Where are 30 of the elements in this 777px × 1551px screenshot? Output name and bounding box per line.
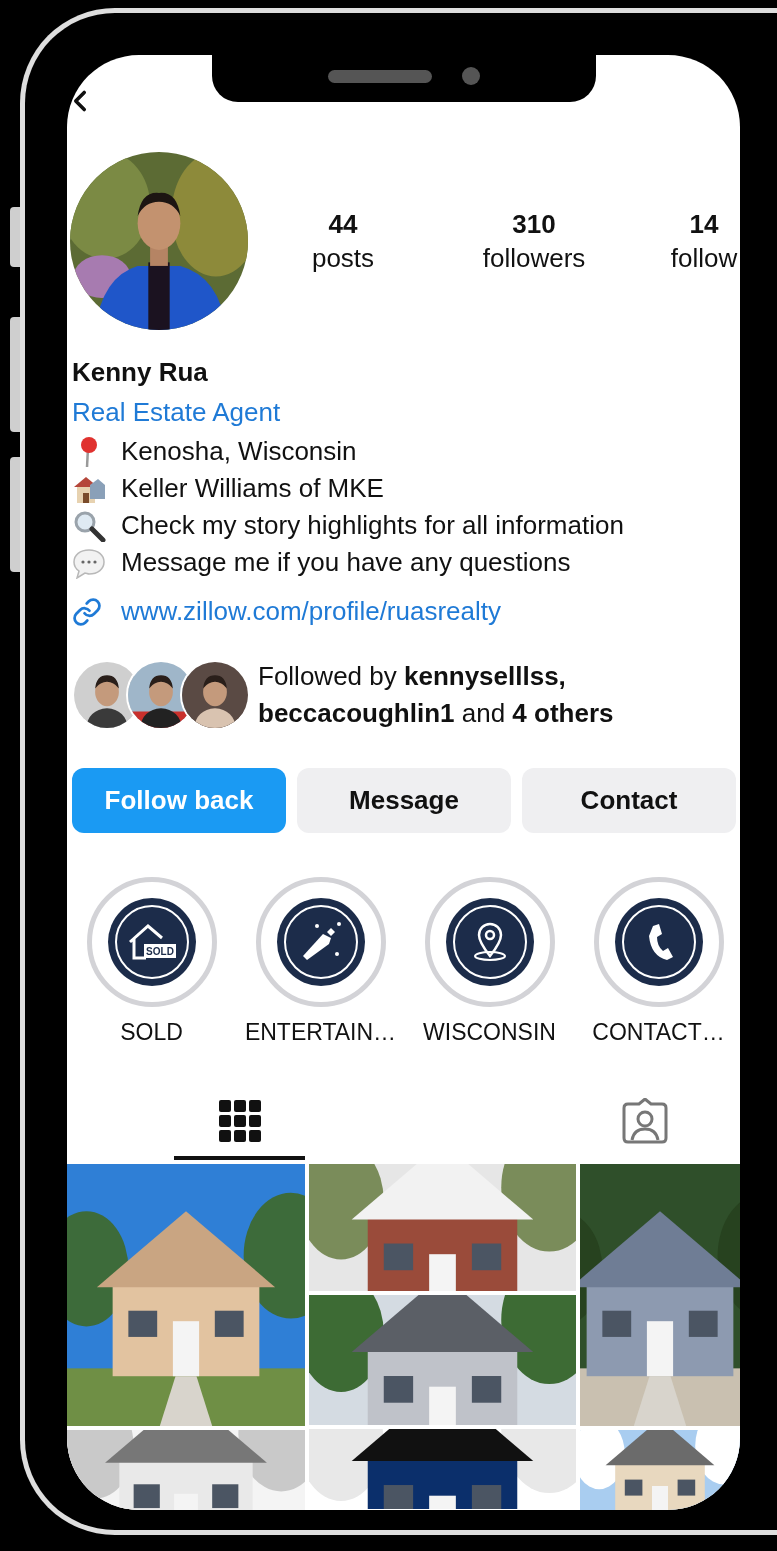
stat-label: followers: [482, 242, 586, 275]
bio-line: Keller Williams of MKE: [121, 472, 384, 505]
stat-label: follow: [670, 242, 738, 275]
camera-dot: [462, 67, 480, 85]
champagne-icon: [276, 898, 365, 986]
stat-label: posts: [311, 242, 375, 275]
search-icon: [72, 509, 106, 542]
bio-line: Message me if you have any questions: [121, 546, 571, 579]
followed-by-text: Followed by kennyselllss, beccacoughlin1 and 4 others: [258, 660, 614, 730]
action-button[interactable]: Contact: [522, 768, 736, 833]
profile-category: Real Estate Agent: [72, 396, 282, 429]
profile-name: Kenny Rua: [72, 356, 209, 389]
highlight-label: WISCONSIN: [423, 1019, 556, 1046]
highlight-label: CONTACT…: [592, 1019, 725, 1046]
action-button[interactable]: Message: [297, 768, 511, 833]
tagged-person-icon: [621, 1098, 668, 1144]
stat-count: 44: [328, 208, 358, 241]
stat-count: 310: [512, 208, 556, 241]
bio-line: Check my story highlights for all information: [121, 509, 624, 542]
location-pin-icon: [445, 898, 534, 986]
grid-icon: [218, 1100, 261, 1142]
highlight-label: ENTERTAIN…: [244, 1019, 397, 1046]
stat-count: 14: [689, 208, 719, 241]
house-sign-icon: SOLD: [107, 898, 196, 986]
speech-bubble-icon: [72, 546, 106, 579]
profile-link[interactable]: www.zillow.com/profile/ruasrealty: [121, 596, 501, 627]
phone-icon: [614, 898, 703, 986]
highlight-label: SOLD: [120, 1019, 183, 1046]
bio-line: Kenosha, Wisconsin: [121, 435, 357, 468]
story-highlight[interactable]: SOLD: [86, 877, 217, 1007]
